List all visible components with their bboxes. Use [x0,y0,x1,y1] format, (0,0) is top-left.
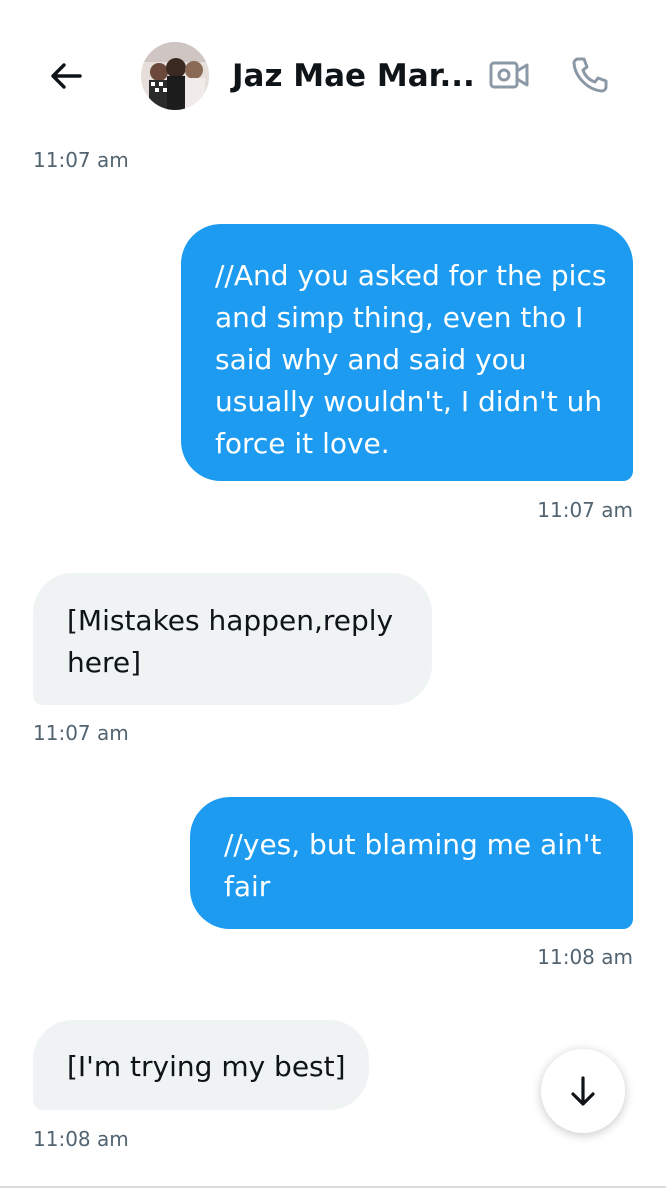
received-message-bubble[interactable]: [Mistakes happen,reply here] [33,573,432,705]
arrow-down-icon [571,1076,595,1106]
contact-name[interactable]: Jaz Mae Mar... [232,54,475,98]
message-timestamp: 11:08 am [537,945,633,969]
message-timestamp: 11:08 am [33,1127,129,1151]
back-button[interactable] [40,50,92,102]
message-timestamp: 11:07 am [33,721,129,745]
received-message-bubble[interactable]: [I'm trying my best] [33,1020,369,1110]
video-call-button[interactable] [484,50,534,100]
video-camera-icon [489,61,529,89]
avatar[interactable] [141,42,209,110]
conversation-header: Jaz Mae Mar... [0,0,666,140]
message-timestamp: 11:07 am [33,148,129,172]
arrow-left-icon [51,63,82,89]
dm-conversation-screen: Jaz Mae Mar... 11:07 am //And you asked … [0,0,666,1200]
phone-icon [572,57,608,93]
voice-call-button[interactable] [565,50,615,100]
sent-message-bubble[interactable]: //yes, but blaming me ain't fair [190,797,633,929]
sent-message-bubble[interactable]: //And you asked for the pics and simp th… [181,224,633,481]
scroll-to-bottom-button[interactable] [541,1049,625,1133]
composer-divider [0,1186,666,1188]
avatar-photo [141,42,209,110]
message-timestamp: 11:07 am [537,498,633,522]
